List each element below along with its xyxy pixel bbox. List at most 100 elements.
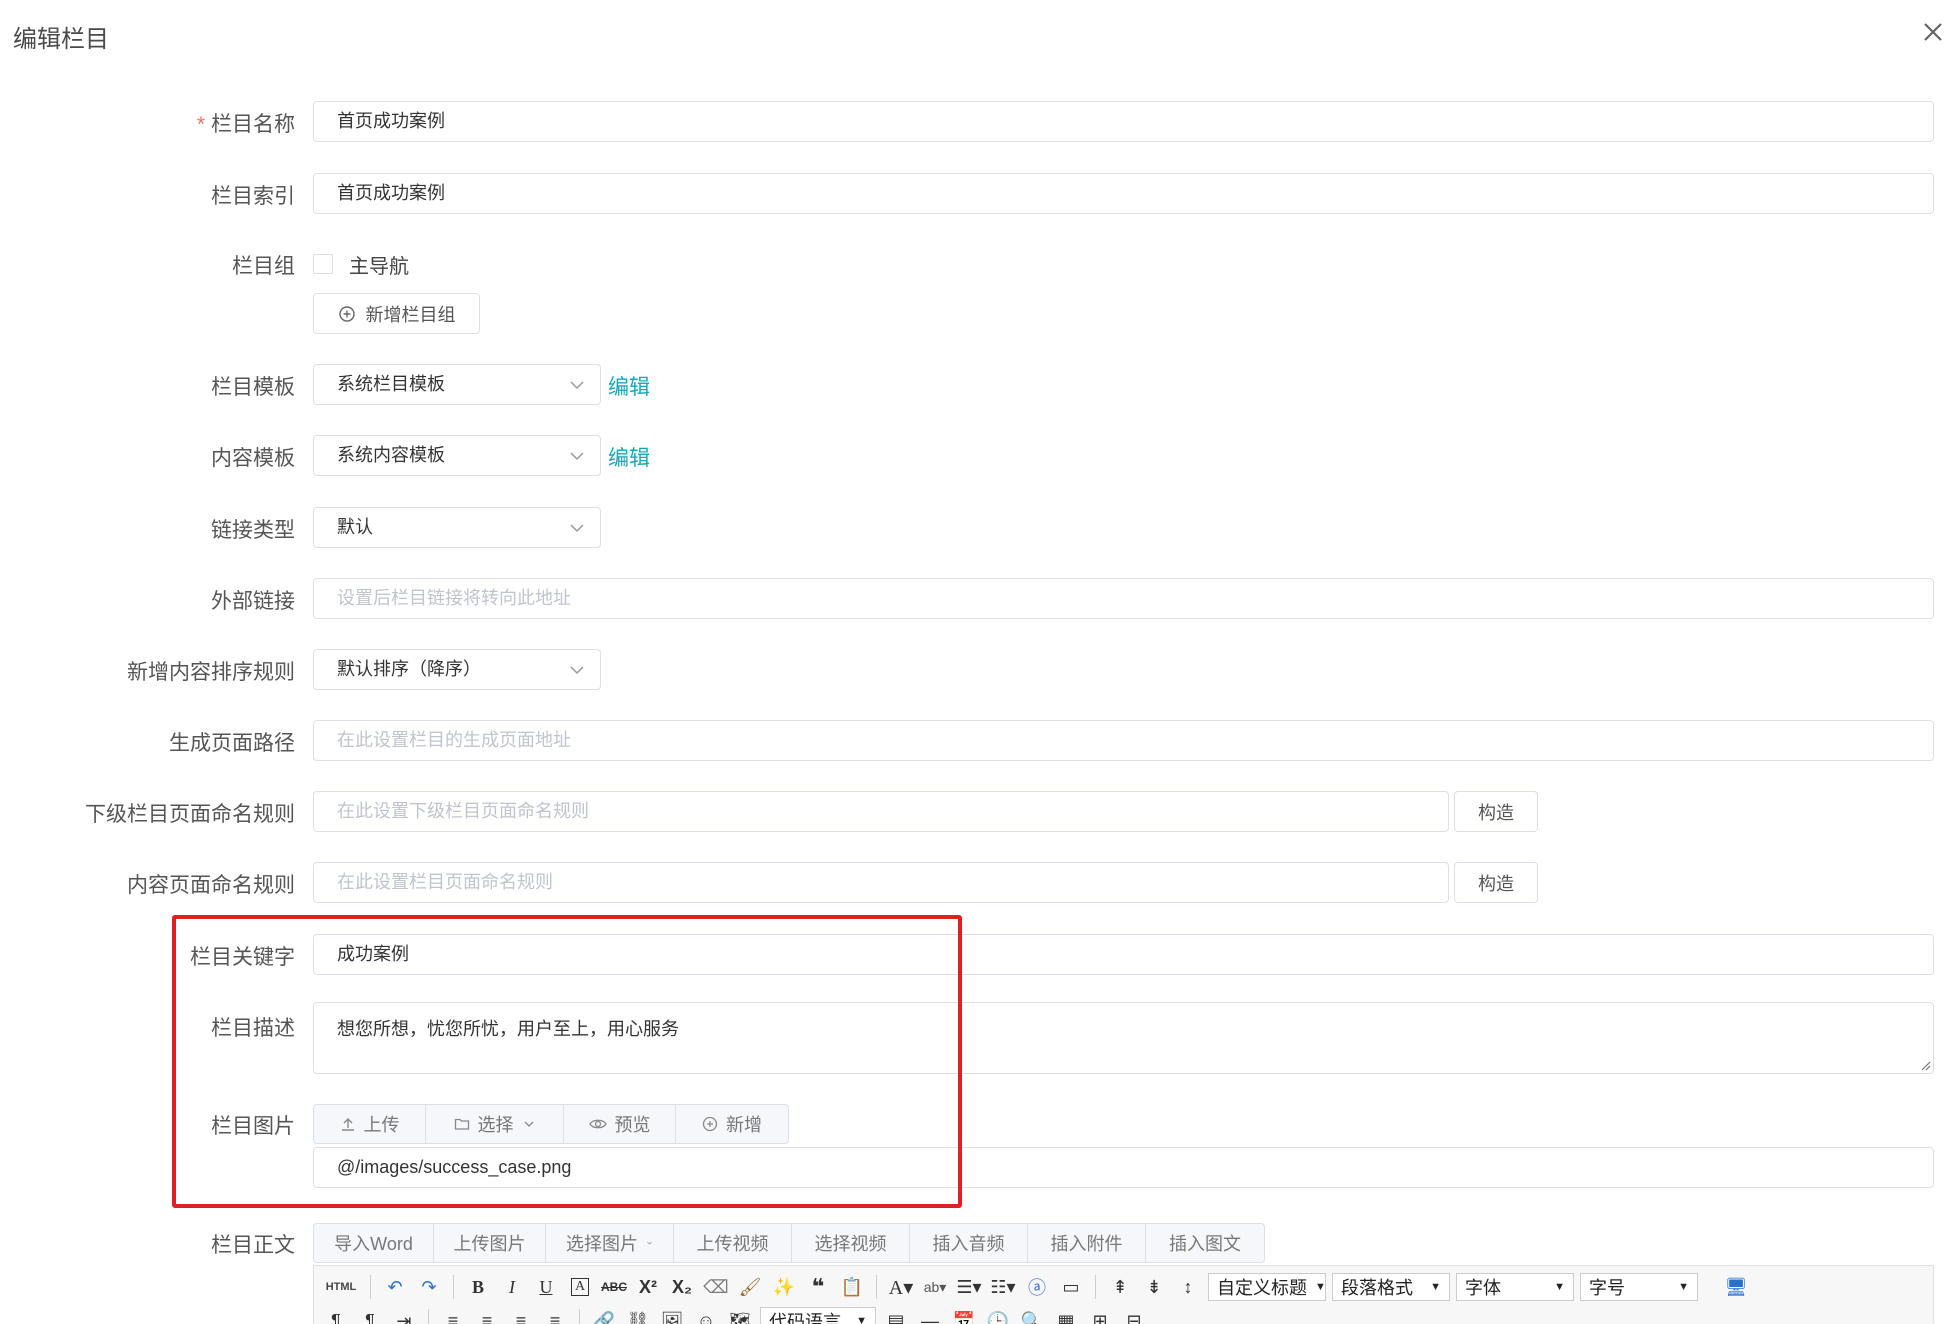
editor-toolbar-row-1: HTML ↶ ↷ B I U A ABC X² X₂ ⌫ 🖌 ✨ ❝ 📋 A▾ …: [314, 1270, 1750, 1304]
content-naming-build-button[interactable]: 构造: [1454, 862, 1538, 903]
child-naming-label: 下级栏目页面命名规则: [85, 803, 295, 826]
page-break-icon[interactable]: ▭: [1057, 1273, 1085, 1301]
table-icon[interactable]: ▦: [1052, 1307, 1080, 1324]
html-source-icon[interactable]: HTML: [322, 1273, 360, 1301]
auto-format-icon[interactable]: ✨: [770, 1273, 798, 1301]
insert-audio-button[interactable]: 插入音频: [910, 1224, 1028, 1262]
image-select-button[interactable]: 选择: [426, 1105, 564, 1143]
description-textarea[interactable]: 想您所想，忧您所忧，用户至上，用心服务: [313, 1002, 1934, 1074]
highlight-color-icon[interactable]: ab▾: [921, 1273, 949, 1301]
insert-article-button[interactable]: 插入图文: [1146, 1224, 1264, 1262]
font-size-select[interactable]: 字号 ▼: [1580, 1273, 1698, 1301]
date-icon[interactable]: 📅: [950, 1307, 978, 1324]
index-input[interactable]: 首页成功案例: [313, 173, 1934, 214]
direction-rtl-icon[interactable]: ¶: [356, 1307, 384, 1324]
image-add-button[interactable]: 新增: [676, 1105, 788, 1143]
external-link-input[interactable]: 设置后栏目链接将转向此地址: [313, 578, 1934, 619]
content-template-value: 系统内容模板: [337, 445, 445, 465]
format-brush-icon[interactable]: 🖌: [736, 1273, 764, 1301]
indent-icon[interactable]: ⇥: [390, 1307, 418, 1324]
editor-toolbar: HTML ↶ ↷ B I U A ABC X² X₂ ⌫ 🖌 ✨ ❝ 📋 A▾ …: [313, 1265, 1934, 1324]
select-image-button[interactable]: 选择图片: [546, 1224, 674, 1262]
image-preview-button[interactable]: 预览: [564, 1105, 676, 1143]
upload-video-button[interactable]: 上传视频: [674, 1224, 792, 1262]
paste-text-icon[interactable]: 📋: [838, 1273, 866, 1301]
template-icon[interactable]: ▤: [882, 1307, 910, 1324]
strikethrough-icon[interactable]: ABC: [600, 1273, 628, 1301]
superscript-icon[interactable]: X²: [634, 1273, 662, 1301]
main-nav-checkbox-label[interactable]: 主导航: [349, 250, 409, 279]
toolbar-separator: [1095, 1275, 1096, 1299]
toolbar-separator: [579, 1309, 580, 1324]
time-icon[interactable]: 🕒: [984, 1307, 1012, 1324]
keywords-input[interactable]: 成功案例: [313, 934, 1934, 975]
image-upload-button[interactable]: 上传: [314, 1105, 426, 1143]
align-justify-icon[interactable]: ≡: [541, 1307, 569, 1324]
code-language-select[interactable]: 代码语言 ▼: [760, 1307, 876, 1324]
child-naming-input[interactable]: 在此设置下级栏目页面命名规则: [313, 791, 1449, 832]
font-border-icon[interactable]: A: [566, 1273, 594, 1301]
undo-icon[interactable]: ↶: [381, 1273, 409, 1301]
content-template-edit-link[interactable]: 编辑: [608, 442, 650, 472]
dialog-title: 编辑栏目: [13, 26, 109, 53]
resize-grip-icon[interactable]: [1919, 1059, 1931, 1071]
child-naming-build-button[interactable]: 构造: [1454, 791, 1538, 832]
image-icon[interactable]: 🖼: [658, 1307, 686, 1324]
map-icon[interactable]: 🗺: [726, 1307, 754, 1324]
subscript-icon[interactable]: X₂: [668, 1273, 696, 1301]
horizontal-rule-icon[interactable]: —: [916, 1307, 944, 1324]
underline-icon[interactable]: U: [532, 1273, 560, 1301]
blockquote-icon[interactable]: ❝: [804, 1273, 832, 1301]
eraser-icon[interactable]: ⌫: [702, 1273, 730, 1301]
insert-row-icon[interactable]: ⊞: [1086, 1307, 1114, 1324]
required-mark: *: [196, 113, 205, 136]
chevron-down-icon: [524, 1121, 533, 1127]
unordered-list-icon[interactable]: ☷▾: [989, 1273, 1017, 1301]
anchor-icon[interactable]: ⓐ: [1023, 1273, 1051, 1301]
add-channel-group-button[interactable]: 新增栏目组: [313, 293, 480, 334]
external-link-label: 外部链接: [211, 590, 295, 613]
font-color-icon[interactable]: A▾: [887, 1273, 915, 1301]
align-left-icon[interactable]: ≡: [439, 1307, 467, 1324]
row-spacing-bottom-icon[interactable]: ⇟: [1140, 1273, 1168, 1301]
content-template-select[interactable]: 系统内容模板: [313, 435, 601, 476]
italic-icon[interactable]: I: [498, 1273, 526, 1301]
redo-icon[interactable]: ↷: [415, 1273, 443, 1301]
image-label: 栏目图片: [211, 1115, 295, 1138]
paragraph-format-select[interactable]: 段落格式 ▼: [1332, 1273, 1450, 1301]
fullscreen-icon[interactable]: 🖥: [1722, 1273, 1750, 1301]
bold-icon[interactable]: B: [464, 1273, 492, 1301]
page-path-input[interactable]: 在此设置栏目的生成页面地址: [313, 720, 1934, 761]
emotion-icon[interactable]: ☺: [692, 1307, 720, 1324]
insert-attachment-button[interactable]: 插入附件: [1028, 1224, 1146, 1262]
link-icon[interactable]: 🔗: [590, 1307, 618, 1324]
delete-row-icon[interactable]: ⊟: [1120, 1307, 1148, 1324]
channel-template-edit-link[interactable]: 编辑: [608, 371, 650, 401]
upload-image-button[interactable]: 上传图片: [434, 1224, 546, 1262]
font-family-select[interactable]: 字体 ▼: [1456, 1273, 1574, 1301]
chevron-down-icon: [570, 381, 584, 390]
line-height-icon[interactable]: ↕: [1174, 1273, 1202, 1301]
main-nav-checkbox[interactable]: [313, 254, 333, 274]
select-video-button[interactable]: 选择视频: [792, 1224, 910, 1262]
sort-rule-select[interactable]: 默认排序（降序）: [313, 649, 601, 690]
link-type-select[interactable]: 默认: [313, 507, 601, 548]
sort-rule-value: 默认排序（降序）: [337, 659, 481, 679]
ordered-list-icon[interactable]: ☰▾: [955, 1273, 983, 1301]
content-naming-input[interactable]: 在此设置栏目页面命名规则: [313, 862, 1449, 903]
import-word-button[interactable]: 导入Word: [314, 1224, 434, 1262]
close-icon[interactable]: [1915, 14, 1951, 50]
image-path-input[interactable]: @/images/success_case.png: [313, 1147, 1934, 1188]
search-icon[interactable]: 🔍: [1018, 1307, 1046, 1324]
row-spacing-top-icon[interactable]: ⇞: [1106, 1273, 1134, 1301]
body-media-actions: 导入Word 上传图片 选择图片 上传视频 选择视频 插入音频 插入附件 插入图…: [313, 1223, 1265, 1263]
direction-ltr-icon[interactable]: ¶: [322, 1307, 350, 1324]
unlink-icon[interactable]: ⛓: [624, 1307, 652, 1324]
page-path-label: 生成页面路径: [169, 732, 295, 755]
name-input[interactable]: 首页成功案例: [313, 101, 1934, 142]
custom-heading-select[interactable]: 自定义标题 ▼: [1208, 1273, 1326, 1301]
channel-template-select[interactable]: 系统栏目模板: [313, 364, 601, 405]
align-center-icon[interactable]: ≡: [473, 1307, 501, 1324]
align-right-icon[interactable]: ≡: [507, 1307, 535, 1324]
link-type-label: 链接类型: [211, 519, 295, 542]
